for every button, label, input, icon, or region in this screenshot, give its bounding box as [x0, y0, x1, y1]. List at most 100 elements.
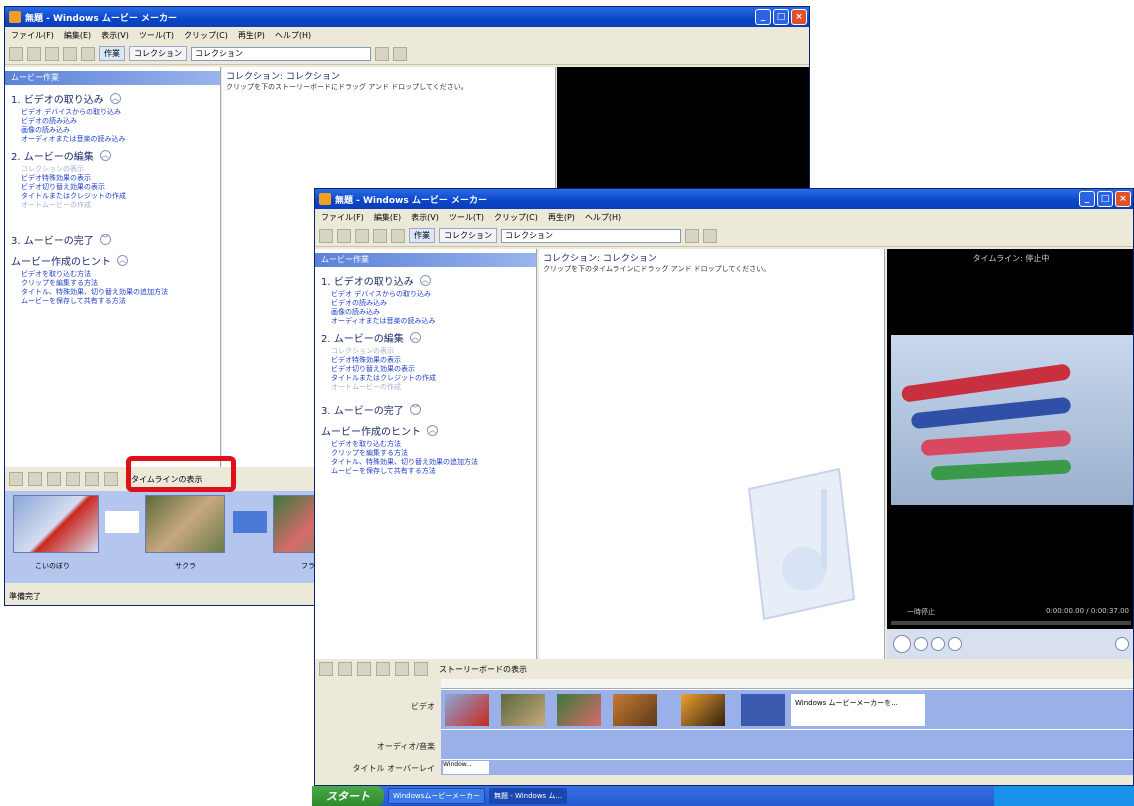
zoom-out-icon[interactable] — [376, 662, 390, 676]
next-button[interactable] — [948, 637, 962, 651]
clip-thumb-1[interactable] — [13, 495, 99, 553]
maximize-button[interactable]: □ — [773, 9, 789, 25]
view-icon[interactable] — [703, 228, 717, 243]
section-edit[interactable]: 2. ムービーの編集 ︿ — [315, 326, 536, 347]
clip-thumb-2[interactable] — [145, 495, 225, 553]
transition-slot[interactable] — [233, 511, 267, 533]
link-make-titles[interactable]: タイトルまたはクレジットの作成 — [5, 192, 220, 201]
open-icon[interactable] — [27, 46, 41, 61]
link-tip-save[interactable]: ムービーを保存して共有する方法 — [5, 297, 220, 306]
menu-help[interactable]: ヘルプ(H) — [585, 212, 621, 223]
collection-combo[interactable]: コレクション — [501, 228, 681, 243]
minimize-button[interactable]: _ — [1079, 191, 1095, 207]
section-tips[interactable]: ムービー作成のヒント ︿ — [5, 249, 220, 270]
stop-button[interactable] — [914, 637, 928, 651]
maximize-button[interactable]: □ — [1097, 191, 1113, 207]
menu-tools[interactable]: ツール(T) — [139, 30, 174, 41]
video-clip[interactable] — [501, 694, 545, 726]
start-button[interactable]: スタート — [312, 786, 384, 806]
close-button[interactable]: × — [1115, 191, 1131, 207]
close-button[interactable]: × — [791, 9, 807, 25]
minimize-button[interactable]: _ — [755, 9, 771, 25]
menu-file[interactable]: ファイル(F) — [321, 212, 364, 223]
menu-clip[interactable]: クリップ(C) — [494, 212, 538, 223]
zoom-out-icon[interactable] — [66, 472, 80, 486]
save-icon[interactable] — [355, 228, 369, 243]
rewind-icon[interactable] — [85, 472, 99, 486]
link-capture-device[interactable]: ビデオ デバイスからの取り込み — [315, 290, 536, 299]
menu-view[interactable]: 表示(V) — [411, 212, 439, 223]
title-clip[interactable]: Windows ムービーメーカーを... — [791, 694, 925, 726]
new-icon[interactable] — [319, 228, 333, 243]
collections-tab[interactable]: コレクション — [439, 228, 497, 243]
zoom-in-icon[interactable] — [357, 662, 371, 676]
menu-edit[interactable]: 編集(E) — [64, 30, 91, 41]
menu-play[interactable]: 再生(P) — [548, 212, 575, 223]
timeline-icon[interactable] — [319, 662, 333, 676]
link-tip-effects[interactable]: タイトル、特殊効果、切り替え効果の追加方法 — [5, 288, 220, 297]
overlay-clip[interactable]: Window... — [443, 761, 489, 774]
link-make-titles[interactable]: タイトルまたはクレジットの作成 — [315, 374, 536, 383]
narrate-icon[interactable] — [338, 662, 352, 676]
link-tip-edit[interactable]: クリップを編集する方法 — [5, 279, 220, 288]
video-clip[interactable] — [445, 694, 489, 726]
open-icon[interactable] — [337, 228, 351, 243]
link-tip-edit[interactable]: クリップを編集する方法 — [315, 449, 536, 458]
section-capture[interactable]: 1. ビデオの取り込み ︿ — [315, 269, 536, 290]
play-button[interactable] — [893, 635, 911, 653]
show-storyboard-button[interactable]: ストーリーボードの表示 — [439, 664, 527, 675]
link-view-transitions[interactable]: ビデオ切り替え効果の表示 — [5, 183, 220, 192]
taskbar-item-2[interactable]: 無題 - Windows ム... — [488, 788, 568, 804]
link-view-transitions[interactable]: ビデオ切り替え効果の表示 — [315, 365, 536, 374]
link-view-effects[interactable]: ビデオ特殊効果の表示 — [5, 174, 220, 183]
view-icon[interactable] — [393, 46, 407, 61]
menu-edit[interactable]: 編集(E) — [374, 212, 401, 223]
menu-play[interactable]: 再生(P) — [238, 30, 265, 41]
video-clip[interactable] — [613, 694, 657, 726]
collection-combo[interactable]: コレクション — [191, 46, 371, 61]
storyboard-icon[interactable] — [9, 472, 23, 486]
link-tip-capture[interactable]: ビデオを取り込む方法 — [315, 440, 536, 449]
video-clip[interactable] — [741, 694, 785, 726]
undo-icon[interactable] — [63, 46, 77, 61]
new-icon[interactable] — [9, 46, 23, 61]
undo-icon[interactable] — [373, 228, 387, 243]
section-finish[interactable]: 3. ムービーの完了 ﹀ — [5, 228, 220, 249]
play-icon[interactable] — [414, 662, 428, 676]
title-overlay-track[interactable]: Window... — [441, 759, 1133, 775]
link-import-video[interactable]: ビデオの読み込み — [315, 299, 536, 308]
redo-icon[interactable] — [391, 228, 405, 243]
video-clip[interactable] — [681, 694, 725, 726]
link-view-effects[interactable]: ビデオ特殊効果の表示 — [315, 356, 536, 365]
section-finish[interactable]: 3. ムービーの完了 ﹀ — [315, 398, 536, 419]
link-import-video[interactable]: ビデオの読み込み — [5, 117, 220, 126]
menu-help[interactable]: ヘルプ(H) — [275, 30, 311, 41]
section-edit[interactable]: 2. ムービーの編集 ︿ — [5, 144, 220, 165]
video-clip[interactable] — [557, 694, 601, 726]
link-tip-save[interactable]: ムービーを保存して共有する方法 — [315, 467, 536, 476]
tasks-tab[interactable]: 作業 — [409, 228, 435, 243]
menu-view[interactable]: 表示(V) — [101, 30, 129, 41]
prev-button[interactable] — [931, 637, 945, 651]
link-import-pictures[interactable]: 画像の読み込み — [5, 126, 220, 135]
audio-track[interactable] — [441, 729, 1133, 759]
up-folder-icon[interactable] — [685, 228, 699, 243]
narrate-icon[interactable] — [28, 472, 42, 486]
video-track[interactable]: Windows ムービーメーカーを... — [441, 689, 1133, 729]
menu-file[interactable]: ファイル(F) — [11, 30, 54, 41]
link-capture-device[interactable]: ビデオ デバイスからの取り込み — [5, 108, 220, 117]
link-import-audio[interactable]: オーディオまたは音楽の読み込み — [5, 135, 220, 144]
transition-slot[interactable] — [105, 511, 139, 533]
section-tips[interactable]: ムービー作成のヒント ︿ — [315, 419, 536, 440]
link-tip-effects[interactable]: タイトル、特殊効果、切り替え効果の追加方法 — [315, 458, 536, 467]
link-import-pictures[interactable]: 画像の読み込み — [315, 308, 536, 317]
link-import-audio[interactable]: オーディオまたは音楽の読み込み — [315, 317, 536, 326]
taskbar-item-1[interactable]: Windowsムービーメーカー — [388, 788, 485, 804]
fullscreen-button[interactable] — [1115, 637, 1129, 651]
section-capture[interactable]: 1. ビデオの取り込み ︿ — [5, 87, 220, 108]
tasks-tab[interactable]: 作業 — [99, 46, 125, 61]
zoom-in-icon[interactable] — [47, 472, 61, 486]
save-icon[interactable] — [45, 46, 59, 61]
up-folder-icon[interactable] — [375, 46, 389, 61]
menu-clip[interactable]: クリップ(C) — [184, 30, 228, 41]
